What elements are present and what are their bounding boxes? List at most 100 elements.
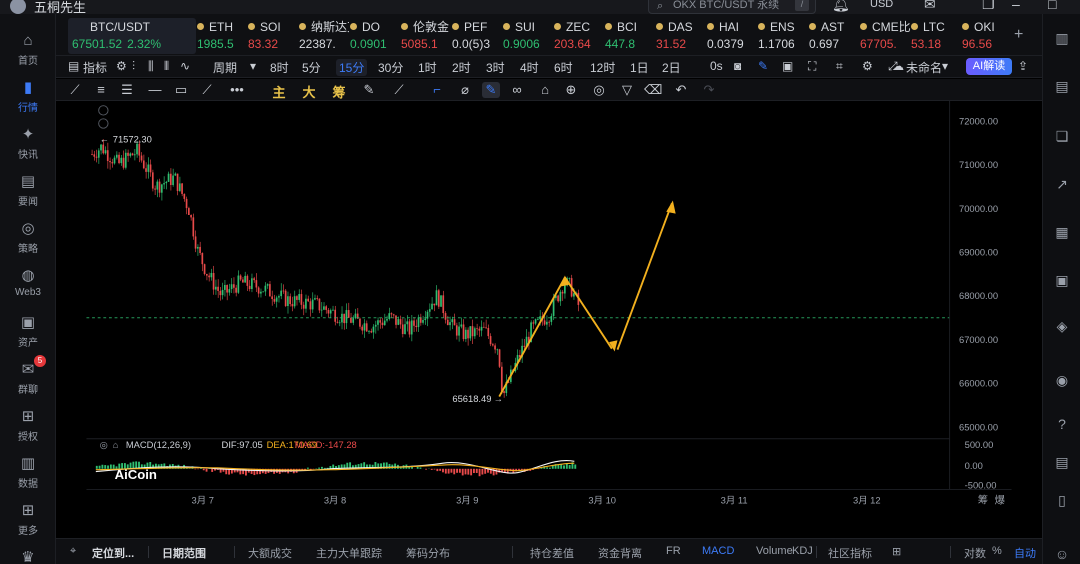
add-ticker-icon[interactable]: + <box>1014 26 1023 44</box>
chip-label[interactable]: 筹 <box>978 493 988 506</box>
help-icon[interactable]: ? <box>1052 414 1072 434</box>
ai-analyze-button[interactable]: AI解读 <box>966 58 1012 75</box>
calendar-icon[interactable]: ▣ <box>1052 270 1072 290</box>
bottom-item-12[interactable]: 对数 <box>964 545 986 561</box>
copy-icon[interactable]: ❏ <box>1052 126 1072 146</box>
bottom-item-10[interactable]: KDJ <box>792 545 813 557</box>
layout-name[interactable]: 未命名 <box>906 59 942 76</box>
ticker-4[interactable]: DO 0.0901 <box>350 18 400 54</box>
bottom-item-0[interactable]: 定位到... <box>92 545 134 561</box>
chip-tool[interactable]: 筹 <box>330 82 348 101</box>
lock-icon[interactable]: ⌂ <box>536 82 554 97</box>
sidebar-item-2[interactable]: ✦ 快讯 <box>0 120 56 166</box>
draw-mode-icon[interactable]: ✎ <box>482 82 500 98</box>
bottom-item-6[interactable]: 资金背离 <box>598 545 642 561</box>
eye-icon[interactable]: ⊕ <box>562 82 580 98</box>
indicator-icon[interactable]: ▤ <box>68 59 79 73</box>
brush-icon[interactable]: ⟋ <box>198 82 216 98</box>
bar-icon[interactable]: ⫴ <box>164 59 169 74</box>
edit-icon[interactable]: ✎ <box>360 82 378 98</box>
timeframe-6[interactable]: 3时 <box>486 59 505 76</box>
timeframe-9[interactable]: 12时 <box>590 59 615 76</box>
ticker-14[interactable]: CME比特 67705. <box>860 18 910 54</box>
ticker-7[interactable]: SUI 0.9006 <box>503 18 553 54</box>
timeframe-1[interactable]: 5分 <box>302 59 321 76</box>
ticker-8[interactable]: ZEC 203.64 <box>554 18 604 54</box>
share-icon[interactable]: ⇪ <box>1018 59 1028 73</box>
cloud-icon[interactable]: ☁ <box>892 59 904 73</box>
ticker-6[interactable]: PEF 0.0(5)3 <box>452 18 502 54</box>
indicator-button[interactable]: 指标 <box>83 59 107 76</box>
sidebar-item-5[interactable]: ◍ Web3 <box>0 261 56 307</box>
ticker-9[interactable]: BCI 447.8 <box>605 18 655 54</box>
ticker-15[interactable]: LTC 53.18 <box>911 18 961 54</box>
sidebar-item-11[interactable]: ♛VIP <box>0 543 56 564</box>
more-tools-icon[interactable]: ••• <box>228 82 246 97</box>
sidebar-item-7[interactable]: ✉ 群聊 5 <box>0 355 56 401</box>
community-icon[interactable]: ⊞ <box>892 545 901 558</box>
link-icon[interactable]: ∞ <box>508 82 526 97</box>
trend-icon[interactable]: ↗ <box>1052 174 1072 194</box>
timeframe-5[interactable]: 2时 <box>452 59 471 76</box>
mail-icon[interactable]: ✉ <box>924 0 936 13</box>
candle-icon[interactable]: ⫼ <box>148 59 154 74</box>
gear-icon[interactable]: ⚙ <box>862 59 873 73</box>
bottom-item-1[interactable]: 日期范围 <box>162 545 206 561</box>
sidebar-item-6[interactable]: ▣ 资产 <box>0 308 56 354</box>
bell-icon[interactable]: 🔔︎ <box>832 0 850 13</box>
panel-toggle-icon[interactable]: ▥ <box>1052 28 1072 48</box>
maximize-icon[interactable]: □ <box>1048 0 1056 12</box>
timeframe-7[interactable]: 4时 <box>520 59 539 76</box>
ticker-12[interactable]: ENS 1.1706 <box>758 18 808 54</box>
pen-icon[interactable]: ✎ <box>758 59 768 73</box>
settings-icon[interactable]: ⚙ <box>116 59 127 73</box>
undo-icon[interactable]: ↶ <box>672 82 690 98</box>
ticker-5[interactable]: 伦敦金 5085.1 <box>401 18 451 54</box>
rectangle-icon[interactable]: ▭ <box>172 82 190 98</box>
bottom-item-11[interactable]: 社区指标 <box>828 545 872 561</box>
sidebar-item-8[interactable]: ⊞ 授权 <box>0 402 56 448</box>
bottom-item-3[interactable]: 主力大单跟踪 <box>316 545 382 561</box>
timeframe-2[interactable]: 15分 <box>336 59 368 76</box>
sidebar-item-9[interactable]: ▥ 数据 <box>0 449 56 495</box>
bottom-item-14[interactable]: 自动 <box>1014 545 1036 561</box>
parallel-line-icon[interactable]: ≡ <box>92 82 110 97</box>
search-input[interactable]: ⌕ OKX BTC/USDT 永续 / <box>648 0 816 14</box>
crop-icon[interactable]: ⌗ <box>836 59 843 74</box>
timeframe-3[interactable]: 30分 <box>378 59 403 76</box>
layout-chevron-icon[interactable]: ▾ <box>942 59 948 73</box>
trend-line-icon[interactable]: ⟋ <box>66 82 84 98</box>
bottom-item-2[interactable]: 大额成交 <box>248 545 292 561</box>
magnet-icon[interactable]: ⌐ <box>428 82 446 97</box>
redo-icon[interactable]: ↷ <box>700 82 718 98</box>
filter-icon[interactable]: ▽ <box>618 82 636 98</box>
table-icon[interactable]: ▦ <box>1052 222 1072 242</box>
layout-icon[interactable]: ▣ <box>782 59 793 73</box>
diamond-icon[interactable]: ◈ <box>1052 316 1072 336</box>
ticker-10[interactable]: DAS 31.52 <box>656 18 706 54</box>
timeframe-11[interactable]: 2日 <box>662 59 681 76</box>
zero-seconds[interactable]: 0s <box>710 59 723 73</box>
main-force-tool[interactable]: 主 <box>270 82 288 101</box>
visibility-icon[interactable]: ◎ <box>590 82 608 98</box>
bottom-item-8[interactable]: MACD <box>702 545 734 557</box>
macd-bell-icon[interactable]: ⌂ <box>113 440 119 450</box>
bottom-item-9[interactable]: Volume <box>756 545 793 557</box>
grid-icon[interactable]: ▤ <box>1052 452 1072 472</box>
ticker-3[interactable]: 纳斯达克 22387. <box>299 18 349 54</box>
ticker-2[interactable]: SOI 83.32 <box>248 18 298 54</box>
chart-type-icon[interactable]: ⫶ <box>132 59 135 74</box>
sidebar-item-3[interactable]: ▤ 要闻 <box>0 167 56 213</box>
gauge-icon[interactable]: ◉ <box>1052 370 1072 390</box>
horizontal-line-icon[interactable]: — <box>146 82 164 97</box>
chevron-down-icon[interactable]: ▾ <box>250 59 256 73</box>
ticker-1[interactable]: ETH 1985.5 <box>197 18 247 54</box>
sidebar-item-1[interactable]: ▮ 行情 <box>0 73 56 119</box>
fullscreen-icon[interactable]: ⛶ <box>808 59 816 74</box>
line-type-icon[interactable]: ∿ <box>180 59 190 73</box>
locate-icon[interactable]: ⌖ <box>70 545 76 558</box>
horizontal-lines-icon[interactable]: ☰ <box>118 82 136 98</box>
window-icon[interactable]: ❐ <box>982 0 995 13</box>
sidebar-item-0[interactable]: ⌂ 首页 <box>0 26 56 72</box>
ticker-0[interactable]: BTC/USDT 67501.52 2.32% <box>68 18 196 54</box>
